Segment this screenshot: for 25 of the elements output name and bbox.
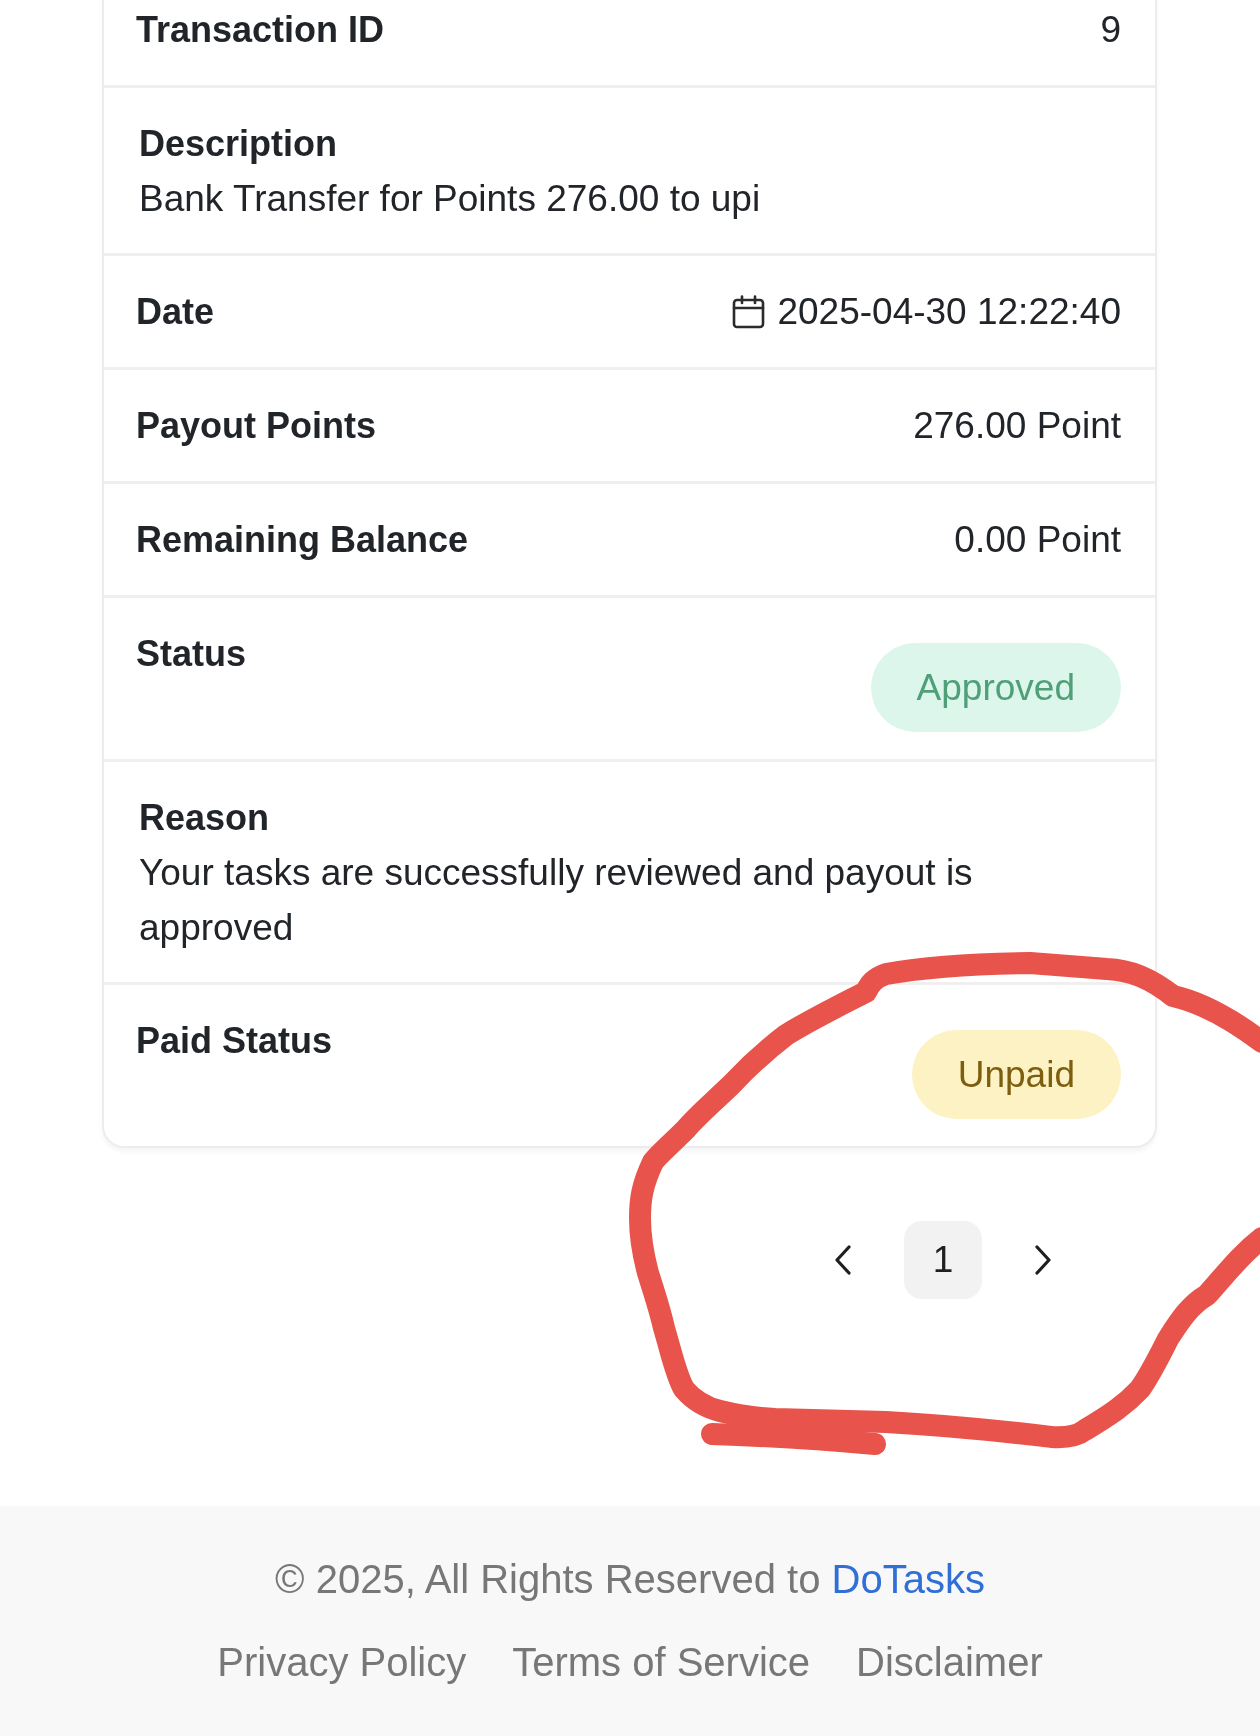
footer-link[interactable]: Privacy Policy [217, 1638, 467, 1686]
chevron-left-icon [835, 1245, 851, 1275]
detail-value: 276.00 Point [913, 405, 1121, 447]
brand-link[interactable]: DoTasks [831, 1557, 985, 1601]
detail-label: Date [136, 291, 215, 333]
detail-label: Status [136, 633, 247, 675]
chevron-right-icon [1035, 1245, 1051, 1275]
footer-link[interactable]: Terms of Service [512, 1638, 811, 1686]
status-badge: Approved [870, 643, 1121, 732]
date-value: 2025-04-30 12:22:40 [777, 291, 1121, 333]
detail-label: Description [138, 123, 339, 165]
detail-label: Remaining Balance [136, 519, 469, 561]
detail-value: 9 [1100, 9, 1121, 51]
detail-text: Your tasks are successfully reviewed and payout is approved [138, 851, 974, 950]
detail-text: Bank Transfer for Points 276.00 to upi [138, 177, 762, 221]
copyright-text: © 2025, All Rights Reserved to DoTasks [274, 1556, 986, 1603]
calendar-icon [732, 295, 766, 329]
detail-label: Payout Points [136, 405, 377, 447]
detail-label: Transaction ID [136, 9, 385, 51]
status-badge: Unpaid [911, 1030, 1121, 1119]
detail-value: 0.00 Point [954, 519, 1121, 561]
page-number-button[interactable]: 1 [904, 1221, 982, 1299]
detail-label: Paid Status [136, 1020, 333, 1062]
footer-link[interactable]: Disclaimer [856, 1638, 1043, 1686]
detail-label: Reason [138, 797, 271, 839]
